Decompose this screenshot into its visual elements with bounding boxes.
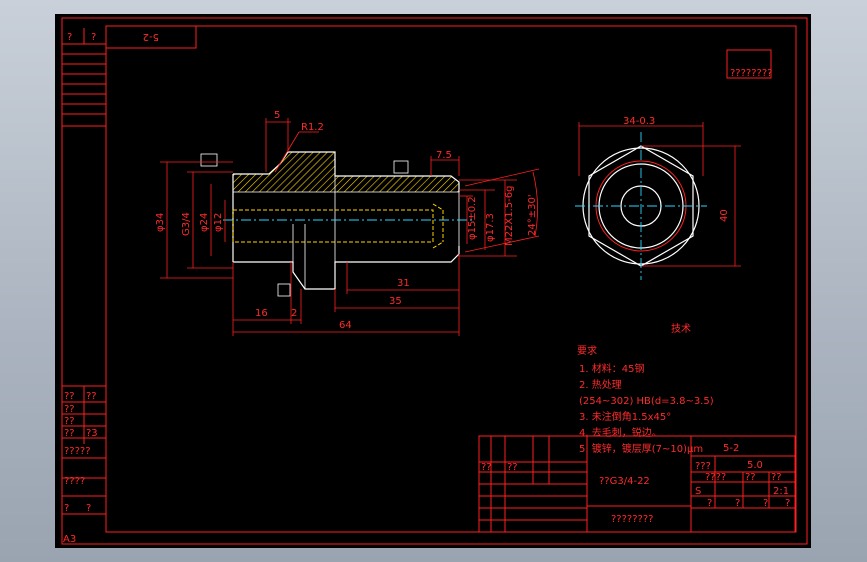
dim-d12: φ12 — [213, 213, 224, 232]
revision-box-text: ???????? — [730, 68, 772, 79]
dim-r12: R1.2 — [301, 122, 324, 133]
tb-small-8: ?? — [771, 472, 782, 483]
dim-2: 2 — [291, 308, 297, 319]
part-name: ??G3/4-22 — [599, 476, 650, 487]
dim-d17: φ17.3 — [485, 213, 496, 242]
tb-small-5: ??? — [695, 461, 711, 472]
strip-mark-1: ? — [67, 32, 72, 43]
front-bore — [232, 209, 434, 243]
dim-top-5: 5 — [274, 110, 280, 121]
notes-title-1: 技术 — [671, 322, 691, 335]
strip-label-10: ? — [86, 503, 91, 514]
revision-box: ???????? — [726, 49, 772, 79]
side-view: 34-0.3 40 — [575, 116, 741, 280]
tb-small-9: ?? — [481, 462, 492, 473]
left-strip: ? ? ?? ?? ?? ?? ?? ?3 ????? ???? ? ? A3 — [62, 28, 106, 545]
strip-label-5: ?? — [64, 428, 75, 439]
tb-small-7: ?? — [745, 472, 756, 483]
notes-title-2: 要求 — [577, 345, 597, 357]
dim-m22: M22X1.5-6g — [504, 186, 515, 246]
front-view — [200, 151, 473, 297]
code-box-text: 5-2 — [143, 31, 159, 42]
sheet-mark: S — [695, 486, 701, 497]
dim-7-5: 7.5 — [436, 150, 452, 161]
drawing-code: 5-2 — [723, 443, 739, 454]
drawing-weight: 5.0 — [747, 460, 763, 471]
dim-g34: G3/4 — [181, 212, 192, 236]
strip-mark-2: ? — [91, 32, 96, 43]
tb-small-3: ? — [763, 498, 768, 509]
technical-notes: 技术 要求 1. 材料：45钢 2. 热处理 (254~302) HB(d=3.… — [577, 322, 714, 455]
drawing-sheet: 5-2 ? ? ?? ?? ?? ?? ?? ?3 ????? ???? ? ? — [61, 17, 808, 545]
strip-label-8: ???? — [64, 476, 85, 487]
note-line-2: 2. 热处理 — [579, 378, 622, 391]
drawing-scale: 2:1 — [773, 486, 789, 497]
dim-d15: φ15±0.2 — [467, 196, 478, 240]
dim-angle: 24°±30' — [527, 194, 538, 236]
dim-35: 35 — [389, 296, 402, 307]
front-dimensions: φ34 G3/4 φ24 φ12 φ15±0.2 φ17.3 M22X1.5-6… — [155, 110, 540, 336]
dim-16: 16 — [255, 308, 268, 319]
strip-label-6: ?3 — [86, 428, 98, 439]
strip-label-2: ?? — [86, 391, 97, 402]
dim-d34: φ34 — [155, 213, 166, 232]
note-line-1: 1. 材料：45钢 — [579, 362, 644, 375]
tb-small-10: ?? — [507, 462, 518, 473]
strip-label-3: ?? — [64, 404, 75, 415]
front-outline-lower — [233, 246, 460, 290]
tb-small-6: ???? — [705, 472, 726, 483]
dim-hex-40: 40 — [719, 209, 730, 222]
dim-hex-34: 34-0.3 — [623, 116, 655, 127]
front-hatch-section — [233, 152, 459, 192]
dim-64: 64 — [339, 320, 352, 331]
note-line-5: 4. 去毛刺，锐边。 — [579, 426, 662, 439]
cad-drawing-viewport[interactable]: 5-2 ? ? ?? ?? ?? ?? ?? ?3 ????? ???? ? ? — [55, 14, 811, 548]
tb-small-1: ? — [707, 498, 712, 509]
strip-label-9: ? — [64, 503, 69, 514]
dim-d24: φ24 — [199, 213, 210, 232]
strip-label-1: ?? — [64, 391, 75, 402]
company-name: ???????? — [611, 514, 653, 525]
sheet-size-label: A3 — [63, 534, 76, 545]
tb-small-4: ? — [785, 498, 790, 509]
tb-small-2: ? — [735, 498, 740, 509]
dim-31: 31 — [397, 278, 410, 289]
strip-label-4: ?? — [64, 416, 75, 427]
note-line-4: 3. 未注倒角1.5x45° — [579, 410, 671, 423]
note-line-3: (254~302) HB(d=3.8~3.5) — [579, 396, 714, 407]
code-box: 5-2 — [105, 25, 197, 49]
note-line-6: 5. 镀锌，镀层厚(7~10)μm — [579, 442, 703, 455]
strip-label-7: ????? — [64, 446, 91, 457]
